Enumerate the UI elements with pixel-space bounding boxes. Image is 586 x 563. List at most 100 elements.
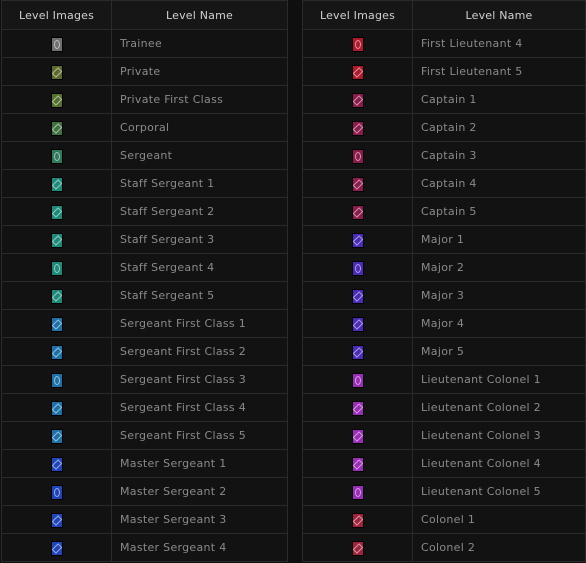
level-name-cell: Staff Sergeant 2 [111,197,288,226]
major-insignia-icon [351,261,364,276]
level-image-cell [1,197,112,226]
table-row: Major 4 [302,309,586,338]
level-name-cell: Sergeant [111,141,288,170]
table-row: Corporal [1,113,288,142]
table-row: Lieutenant Colonel 3 [302,421,586,450]
level-name-header: Level Name [412,0,586,30]
sergeant-first-class-insignia-icon [50,345,63,360]
captain-insignia-icon [351,121,364,136]
captain-insignia-icon [351,177,364,192]
level-name-cell: Captain 2 [412,113,586,142]
level-image-cell [302,197,413,226]
level-name-cell: Major 2 [412,253,586,282]
level-name-cell: Staff Sergeant 1 [111,169,288,198]
level-name-cell: Staff Sergeant 4 [111,253,288,282]
table-row: Sergeant First Class 2 [1,337,288,366]
level-image-cell [302,505,413,534]
level-image-cell [302,337,413,366]
table-row: Staff Sergeant 1 [1,169,288,198]
table-row: Staff Sergeant 5 [1,281,288,310]
level-image-cell [1,169,112,198]
level-image-cell [1,309,112,338]
lieutenant-colonel-insignia-icon [351,457,364,472]
staff-sergeant-insignia-icon [50,177,63,192]
table-row: Major 5 [302,337,586,366]
level-image-cell [302,141,413,170]
table-row: Colonel 2 [302,533,586,562]
table-row: Sergeant First Class 4 [1,393,288,422]
level-image-cell [1,505,112,534]
level-name-cell: Master Sergeant 4 [111,533,288,562]
table-row: Sergeant First Class 1 [1,309,288,338]
level-image-cell [1,29,112,58]
table-row: Lieutenant Colonel 2 [302,393,586,422]
rank-table-left: Level Images Level Name Trainee Private Pr… [1,0,288,562]
level-name-cell: First Lieutenant 5 [412,57,586,86]
table-row: Private [1,57,288,86]
level-name-cell: Lieutenant Colonel 2 [412,393,586,422]
level-name-cell: Major 5 [412,337,586,366]
captain-insignia-icon [351,93,364,108]
level-image-cell [1,533,112,562]
table-header-row: Level Images Level Name [1,0,288,30]
sergeant-first-class-insignia-icon [50,401,63,416]
table-row: Sergeant [1,141,288,170]
level-image-cell [302,365,413,394]
level-name-cell: Major 4 [412,309,586,338]
level-image-cell [302,393,413,422]
major-insignia-icon [351,289,364,304]
lieutenant-colonel-insignia-icon [351,429,364,444]
table-row: Sergeant First Class 5 [1,421,288,450]
first-lieutenant-insignia-icon [351,37,364,52]
table-row: Master Sergeant 1 [1,449,288,478]
master-sergeant-insignia-icon [50,513,63,528]
level-name-cell: Private [111,57,288,86]
level-name-cell: Lieutenant Colonel 4 [412,449,586,478]
major-insignia-icon [351,345,364,360]
level-image-cell [302,477,413,506]
level-name-cell: Captain 3 [412,141,586,170]
level-image-cell [1,337,112,366]
staff-sergeant-insignia-icon [50,289,63,304]
level-name-cell: Captain 1 [412,85,586,114]
level-image-cell [1,113,112,142]
rank-table-right: Level Images Level Name First Lieutenant… [302,0,586,562]
master-sergeant-insignia-icon [50,457,63,472]
lieutenant-colonel-insignia-icon [351,485,364,500]
level-image-cell [302,309,413,338]
private-first-class-insignia-icon [50,93,63,108]
level-name-cell: Lieutenant Colonel 5 [412,477,586,506]
level-image-cell [302,29,413,58]
level-image-cell [302,169,413,198]
table-row: Master Sergeant 2 [1,477,288,506]
sergeant-insignia-icon [50,149,63,164]
level-image-cell [302,57,413,86]
level-name-cell: Major 1 [412,225,586,254]
table-row: Major 2 [302,253,586,282]
level-name-cell: Private First Class [111,85,288,114]
level-image-cell [302,449,413,478]
level-name-cell: Sergeant First Class 3 [111,365,288,394]
table-row: Staff Sergeant 4 [1,253,288,282]
master-sergeant-insignia-icon [50,485,63,500]
private-insignia-icon [50,65,63,80]
level-name-cell: Master Sergeant 2 [111,477,288,506]
table-header-row: Level Images Level Name [302,0,586,30]
colonel-insignia-icon [351,513,364,528]
level-name-cell: Corporal [111,113,288,142]
table-row: Staff Sergeant 3 [1,225,288,254]
level-image-cell [1,421,112,450]
table-row: Captain 1 [302,85,586,114]
level-image-cell [302,421,413,450]
table-row: Captain 5 [302,197,586,226]
level-image-cell [302,85,413,114]
level-image-cell [302,225,413,254]
table-row: Sergeant First Class 3 [1,365,288,394]
level-image-cell [1,141,112,170]
lieutenant-colonel-insignia-icon [351,373,364,388]
level-name-header: Level Name [111,0,288,30]
level-image-cell [302,253,413,282]
level-name-cell: Staff Sergeant 3 [111,225,288,254]
level-image-cell [1,393,112,422]
level-name-cell: Sergeant First Class 5 [111,421,288,450]
